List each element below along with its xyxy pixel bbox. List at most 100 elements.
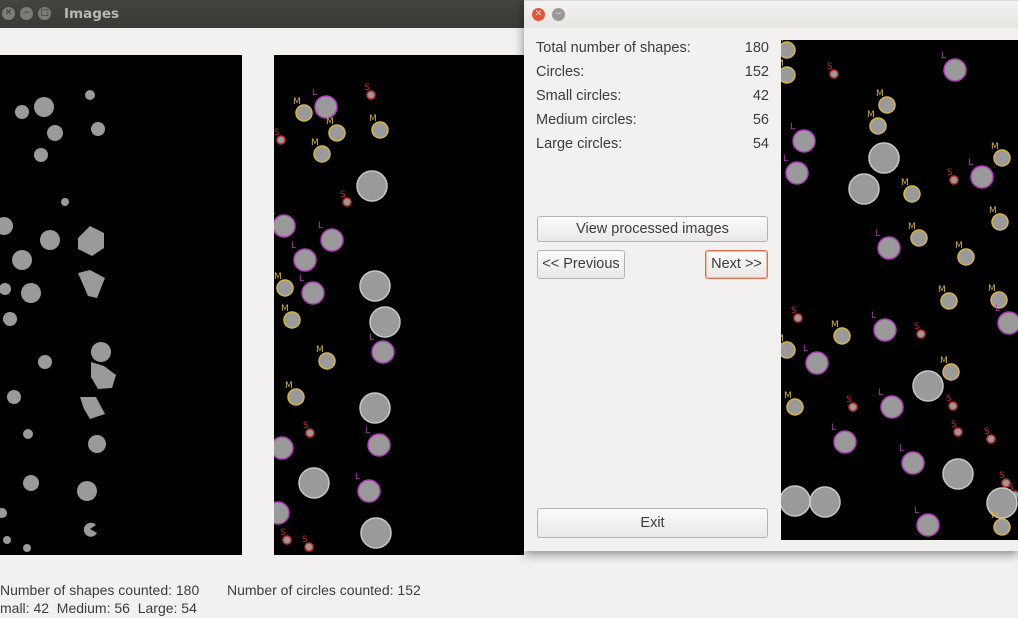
shape-circle xyxy=(38,355,52,369)
summary-value: 54 xyxy=(752,136,769,152)
shape-circle xyxy=(283,311,301,329)
size-marker: L xyxy=(941,51,946,61)
original-image xyxy=(0,55,242,555)
shape-circle xyxy=(359,392,391,424)
size-marker: M xyxy=(326,117,334,127)
shape-circle xyxy=(993,518,1011,536)
size-marker: S xyxy=(914,322,920,332)
shape-circle xyxy=(781,66,796,84)
maximize-icon[interactable]: □ xyxy=(38,7,51,20)
shape-circle xyxy=(0,283,11,295)
size-marker: M xyxy=(293,97,301,107)
shape-circle xyxy=(910,229,928,247)
shape-circle xyxy=(785,161,809,185)
size-marker: S xyxy=(984,427,990,437)
processed-shapes: LSMMMSMSLLLMLMLMMSLLLLSS xyxy=(274,83,401,552)
shape-circle xyxy=(903,185,921,203)
size-marker: S xyxy=(946,394,952,404)
next-button[interactable]: Next >> xyxy=(705,250,768,279)
shape-circle xyxy=(0,217,13,235)
size-marker: L xyxy=(365,426,370,436)
size-marker: L xyxy=(871,311,876,321)
size-marker: S xyxy=(846,395,852,405)
shape-circle xyxy=(295,104,313,122)
shape-circle xyxy=(0,508,7,518)
shape-circle xyxy=(23,429,33,439)
shape-circle xyxy=(360,517,392,549)
summary-circles: Circles: 152 xyxy=(536,64,769,86)
shape-circle xyxy=(943,58,967,82)
shape-circle xyxy=(91,122,105,136)
size-marker: L xyxy=(803,344,808,354)
shape-circle xyxy=(792,129,816,153)
size-marker: L xyxy=(318,221,323,231)
size-marker: M xyxy=(901,178,909,188)
shape-circle xyxy=(77,481,97,501)
previous-button[interactable]: << Previous xyxy=(537,250,625,279)
shape-circle xyxy=(367,433,391,457)
size-marker: S xyxy=(303,421,309,431)
shape-circle xyxy=(3,536,11,544)
size-marker: M xyxy=(369,114,377,124)
shape-circle xyxy=(318,352,336,370)
shape-circle xyxy=(848,173,880,205)
shape-circle xyxy=(61,198,69,206)
shape-circle xyxy=(3,312,17,326)
shape-circle xyxy=(287,388,305,406)
shape-pacman xyxy=(83,522,97,537)
summary-value: 180 xyxy=(744,40,769,56)
shape-circle xyxy=(869,117,887,135)
size-marker: S xyxy=(791,306,797,316)
shape-polygon xyxy=(80,397,105,419)
minimize-icon[interactable]: − xyxy=(552,8,565,21)
shape-circle xyxy=(942,363,960,381)
summary-label: Total number of shapes: xyxy=(536,40,691,56)
size-marker: M xyxy=(876,89,884,99)
size-marker: M xyxy=(285,381,293,391)
size-marker: M xyxy=(940,356,948,366)
shape-circle xyxy=(47,125,63,141)
summary-medium-circles: Medium circles: 56 xyxy=(536,112,769,134)
summary-value: 152 xyxy=(744,64,769,80)
shape-circle xyxy=(873,318,897,342)
shape-circle xyxy=(7,390,21,404)
shape-circle xyxy=(912,370,944,402)
size-marker: S xyxy=(274,128,280,138)
size-marker: M xyxy=(991,511,999,521)
size-marker: L xyxy=(299,274,304,284)
close-icon[interactable]: ✕ xyxy=(532,8,545,21)
shape-circle xyxy=(957,248,975,266)
shape-circle xyxy=(15,105,29,119)
view-processed-images-button[interactable]: View processed images xyxy=(537,216,768,242)
processed-shapes: MMSLMMLMSLMLLMMMMMSMLSLMLMMSLSSSLLSSLM xyxy=(781,40,1018,537)
shape-circle xyxy=(786,398,804,416)
size-marker: L xyxy=(875,229,880,239)
size-marker: L xyxy=(968,158,973,168)
shape-circle xyxy=(298,467,330,499)
shape-circle xyxy=(274,501,290,525)
results-window: ✕ − Total number of shapes: 180 Circles:… xyxy=(524,0,1018,551)
size-marker: M xyxy=(274,272,282,282)
shape-circle xyxy=(997,311,1018,335)
shape-circle xyxy=(313,145,331,163)
images-window-titlebar[interactable]: ✕ − □ Images xyxy=(0,0,524,28)
shape-circle xyxy=(901,451,925,475)
results-window-titlebar[interactable]: ✕ − xyxy=(524,0,1018,28)
summary-value: 42 xyxy=(752,88,769,104)
size-marker: L xyxy=(355,472,360,482)
minimize-icon[interactable]: − xyxy=(20,7,33,20)
size-marker: L xyxy=(783,154,788,164)
shape-circle xyxy=(40,230,60,250)
shape-circle xyxy=(34,97,54,117)
size-marker: L xyxy=(312,88,317,98)
exit-button[interactable]: Exit xyxy=(537,508,768,538)
size-marker: L xyxy=(914,506,919,516)
shape-circle xyxy=(356,170,388,202)
close-icon[interactable]: ✕ xyxy=(2,7,15,20)
shape-circle xyxy=(878,96,896,114)
size-marker: S xyxy=(280,528,286,538)
original-shapes xyxy=(0,90,116,552)
summary-large-circles: Large circles: 54 xyxy=(536,136,769,158)
shape-circle xyxy=(21,283,41,303)
size-marker: M xyxy=(991,142,999,152)
